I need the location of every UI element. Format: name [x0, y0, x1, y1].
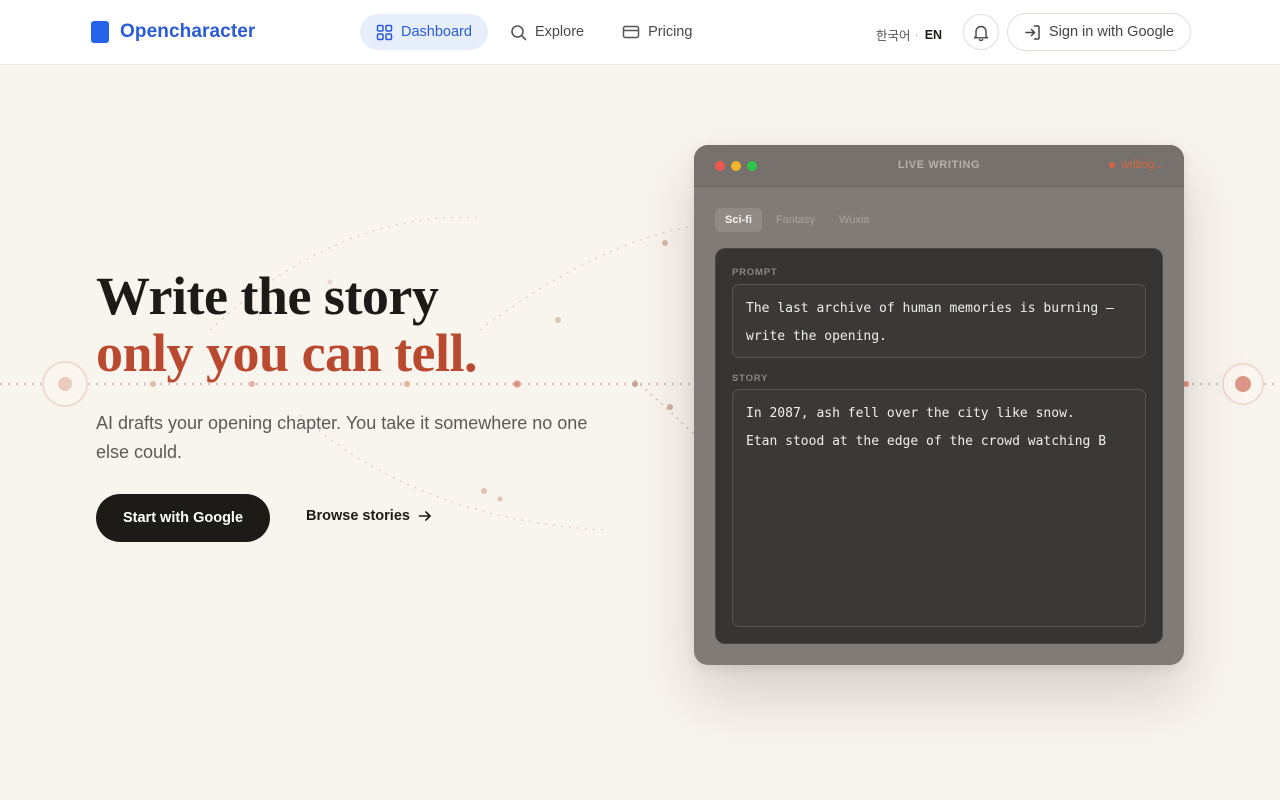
hero-title-line1: Write the story	[96, 266, 439, 326]
search-icon	[511, 24, 527, 40]
nav-dashboard[interactable]: Dashboard	[360, 14, 488, 50]
prompt-box: The last archive of human memories is bu…	[732, 284, 1146, 358]
card-icon	[622, 25, 640, 39]
writing-status: writing...	[1109, 159, 1164, 171]
sign-in-google-button[interactable]: Sign in with Google	[1007, 13, 1191, 51]
sign-in-label: Sign in with Google	[1049, 24, 1174, 40]
brand-link[interactable]: Opencharacter	[91, 21, 255, 43]
tab-sci-fi[interactable]: Sci-fi	[715, 208, 762, 232]
language-switcher: 한국어 · EN	[876, 25, 942, 44]
hero-subtitle: AI drafts your opening chapter. You take…	[96, 413, 588, 462]
nav-pricing[interactable]: Pricing	[606, 14, 708, 50]
nav-dashboard-label: Dashboard	[401, 24, 472, 40]
nav-explore-label: Explore	[534, 24, 585, 40]
prompt-label: PROMPT	[732, 267, 778, 278]
arrow-right-icon	[418, 511, 431, 521]
story-box: In 2087, ash fell over the city like sno…	[732, 389, 1146, 627]
nav-pricing-label: Pricing	[648, 24, 693, 40]
notifications-button[interactable]	[963, 14, 999, 50]
hero-title: Write the story only you can tell.	[96, 266, 478, 383]
prompt-line-1: The last archive of human memories is bu…	[746, 301, 1114, 316]
prompt-line-2: write the opening.	[746, 329, 887, 344]
window-title-bar: LIVE WRITING writing...	[694, 145, 1184, 187]
tab-fantasy[interactable]: Fantasy	[766, 208, 825, 232]
sign-in-icon	[1025, 24, 1040, 40]
top-nav-bar: Opencharacter Dashboard Explore Pricing …	[0, 0, 1280, 65]
main-nav: Dashboard Explore Pricing	[360, 14, 708, 50]
genre-tabs: Sci-fi Fantasy Wuxia	[715, 208, 879, 232]
lang-ko-option[interactable]: 한국어	[876, 25, 911, 44]
lang-separator: ·	[914, 27, 919, 42]
start-with-google-button[interactable]: Start with Google	[96, 494, 270, 542]
hero-title-line2: only you can tell.	[96, 323, 478, 383]
tab-wuxia[interactable]: Wuxia	[829, 208, 879, 232]
writing-panel: PROMPT The last archive of human memorie…	[715, 248, 1163, 644]
brand-name: Opencharacter	[120, 21, 256, 42]
story-label: STORY	[732, 373, 769, 384]
story-line-1: In 2087, ash fell over the city like sno…	[746, 406, 1075, 421]
brand-logo-icon	[91, 21, 109, 43]
lang-en-option[interactable]: EN	[925, 28, 942, 42]
story-line-2: Etan stood at the edge of the crowd watc…	[746, 434, 1107, 449]
status-dot-icon	[1109, 162, 1116, 168]
nav-explore[interactable]: Explore	[494, 14, 600, 50]
writing-status-label: writing...	[1121, 159, 1164, 171]
browse-stories-label: Browse stories	[306, 508, 410, 524]
browse-stories-link[interactable]: Browse stories	[306, 508, 432, 524]
grid-icon	[376, 24, 393, 40]
live-writing-window: LIVE WRITING writing... Sci-fi Fantasy W…	[694, 145, 1184, 665]
bell-icon	[973, 25, 989, 41]
